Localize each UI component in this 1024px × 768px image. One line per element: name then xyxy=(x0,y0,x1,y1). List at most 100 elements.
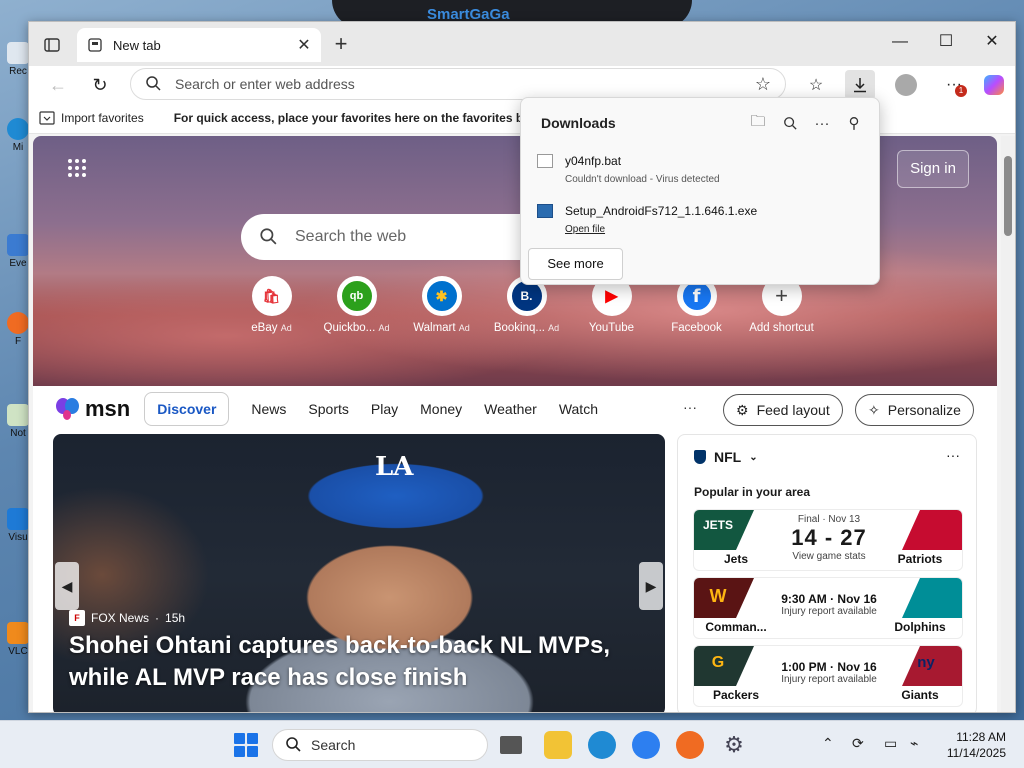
pin-icon[interactable]: ⚲ xyxy=(843,112,865,134)
downloads-title: Downloads xyxy=(541,115,616,131)
quick-link-walmart[interactable]: ✱ Walmart Ad xyxy=(399,276,484,334)
clock-time: 11:28 AM xyxy=(956,730,1006,744)
see-more-button[interactable]: See more xyxy=(528,248,623,280)
game-info: 9:30 AM · Nov 16 Injury report available xyxy=(781,592,877,617)
chevron-down-icon: ⌄ xyxy=(749,451,758,463)
firefox-taskbar-icon[interactable] xyxy=(676,731,704,759)
chevron-up-icon[interactable]: ⌃ xyxy=(822,735,834,752)
carousel-prev-button[interactable]: ◀ xyxy=(55,562,79,610)
downloads-icon[interactable] xyxy=(845,70,875,100)
feed-tab-sports[interactable]: Sports xyxy=(308,401,348,417)
favorites-bar-hint: For quick access, place your favorites h… xyxy=(173,110,538,125)
nfl-league-selector[interactable]: NFL ⌄ xyxy=(694,449,758,465)
nfl-more-button[interactable]: ··· xyxy=(946,447,960,463)
story-headline[interactable]: Shohei Ohtani captures back-to-back NL M… xyxy=(69,630,659,694)
start-button[interactable] xyxy=(234,733,258,757)
feed-more-button[interactable]: ··· xyxy=(683,399,697,415)
game-info: Final · Nov 13 14 - 27 View game stats xyxy=(774,514,884,562)
nfl-subtitle: Popular in your area xyxy=(694,485,811,499)
search-icon xyxy=(285,736,301,755)
game-info: 1:00 PM · Nov 16 Injury report available xyxy=(781,660,877,685)
feed-tab-play[interactable]: Play xyxy=(371,401,398,417)
address-placeholder: Search or enter web address xyxy=(175,76,355,92)
favorite-star-icon[interactable]: ☆ xyxy=(755,74,771,95)
file-explorer-icon[interactable] xyxy=(544,731,572,759)
packers-logo: G xyxy=(694,646,754,686)
feed-tab-discover[interactable]: Discover xyxy=(144,392,230,426)
edge-taskbar-icon[interactable] xyxy=(588,731,616,759)
tab-actions-icon[interactable] xyxy=(41,34,63,56)
refresh-button[interactable]: ↻ xyxy=(87,72,113,98)
tab-strip: New tab ✕ + — ☐ ✕ xyxy=(29,22,1015,66)
feed-layout-button[interactable]: ⚙ Feed layout xyxy=(723,394,843,426)
feed-tab-news[interactable]: News xyxy=(251,401,286,417)
msn-butterfly-icon xyxy=(56,398,79,420)
msn-logo[interactable]: msn xyxy=(55,396,130,422)
recycle-bin-icon xyxy=(7,42,29,64)
new-tab-button[interactable]: + xyxy=(329,33,353,56)
hero-news-card[interactable]: LA ◀ ▶ F FOX News · 15h Shohei Ohtani ca… xyxy=(53,434,665,712)
maximize-button[interactable]: ☐ xyxy=(923,31,969,55)
search-icon xyxy=(145,75,161,94)
monitor-icon[interactable]: ▭ xyxy=(884,735,897,752)
task-view-icon[interactable] xyxy=(500,736,522,754)
open-file-link[interactable]: Open file xyxy=(565,224,605,235)
close-window-button[interactable]: ✕ xyxy=(969,31,1015,55)
settings-more-icon[interactable]: ··· 1 xyxy=(939,70,969,100)
dolphins-logo xyxy=(902,578,962,618)
download-status: Couldn't download - Virus detected xyxy=(565,174,720,185)
minimize-button[interactable]: — xyxy=(877,31,923,55)
search-downloads-icon[interactable] xyxy=(779,112,801,134)
game-card[interactable]: G ny Packers Giants 1:00 PM · Nov 16 Inj… xyxy=(693,645,963,707)
bird-app-icon[interactable] xyxy=(632,731,660,759)
walmart-icon: ✱ xyxy=(421,276,462,316)
import-favorites-button[interactable]: Import favorites xyxy=(39,111,144,125)
patriots-logo xyxy=(902,510,962,550)
sign-in-button[interactable]: Sign in xyxy=(897,150,969,188)
settings-gear-icon[interactable]: ⚙ xyxy=(720,731,748,759)
download-filename: y04nfp.bat xyxy=(565,154,622,168)
open-folder-icon[interactable]: 🗀 xyxy=(747,112,769,134)
sliders-icon: ⚙ xyxy=(736,401,749,418)
feed-tab-money[interactable]: Money xyxy=(420,401,462,417)
ebay-icon: 🛍 xyxy=(251,276,292,316)
carousel-next-button[interactable]: ▶ xyxy=(639,562,663,610)
feed-tab-watch[interactable]: Watch xyxy=(559,401,598,417)
back-button[interactable]: ← xyxy=(45,72,71,98)
scrollbar-thumb[interactable] xyxy=(1004,156,1012,236)
network-icon[interactable]: ⌁ xyxy=(910,735,918,752)
dodgers-cap-logo: LA xyxy=(375,452,414,482)
file-icon xyxy=(537,154,553,168)
feed-tab-weather[interactable]: Weather xyxy=(484,401,537,417)
quick-link-quickbooks[interactable]: qb Quickbo... Ad xyxy=(314,276,399,334)
personalize-button[interactable]: ✧ Personalize xyxy=(855,394,974,426)
profile-avatar-icon[interactable] xyxy=(891,70,921,100)
notepad-icon xyxy=(7,404,29,426)
game-card[interactable]: W Comman... Dolphins 9:30 AM · Nov 16 In… xyxy=(693,577,963,639)
downloads-more-icon[interactable]: ··· xyxy=(811,112,833,134)
vlc-icon xyxy=(7,622,29,644)
tab-close-icon[interactable]: ✕ xyxy=(295,35,313,55)
nfl-scores-card: NFL ⌄ ··· Popular in your area JETS Jets… xyxy=(677,434,977,712)
newtab-page-icon xyxy=(87,37,103,53)
commanders-logo: W xyxy=(694,578,754,618)
taskbar-search[interactable]: Search xyxy=(272,729,488,761)
sync-icon[interactable]: ⟳ xyxy=(852,735,864,752)
address-bar[interactable]: Search or enter web address ☆ xyxy=(130,68,786,100)
game-card[interactable]: JETS Jets Patriots Final · Nov 13 14 - 2… xyxy=(693,509,963,571)
app-launcher-icon[interactable] xyxy=(67,158,87,178)
clock-date: 11/14/2025 xyxy=(946,746,1006,760)
favorites-icon[interactable]: ☆ xyxy=(801,70,831,100)
page-scrollbar[interactable] xyxy=(1001,136,1015,712)
quickbooks-icon: qb xyxy=(336,276,377,316)
fox-news-icon: F xyxy=(69,610,85,626)
sparkle-icon: ✧ xyxy=(868,401,880,418)
firefox-icon xyxy=(7,312,29,334)
downloads-flyout: Downloads 🗀 ··· ⚲ y04nfp.bat Couldn't do… xyxy=(520,97,880,285)
copilot-icon[interactable] xyxy=(979,70,1009,100)
taskbar-clock[interactable]: 11:28 AM 11/14/2025 xyxy=(940,729,1006,761)
tab-title: New tab xyxy=(113,37,161,53)
tab-new-tab[interactable]: New tab ✕ xyxy=(77,28,321,62)
download-filename: Setup_AndroidFs712_1.1.646.1.exe xyxy=(565,204,758,218)
quick-link-ebay[interactable]: 🛍 eBay Ad xyxy=(229,276,314,334)
